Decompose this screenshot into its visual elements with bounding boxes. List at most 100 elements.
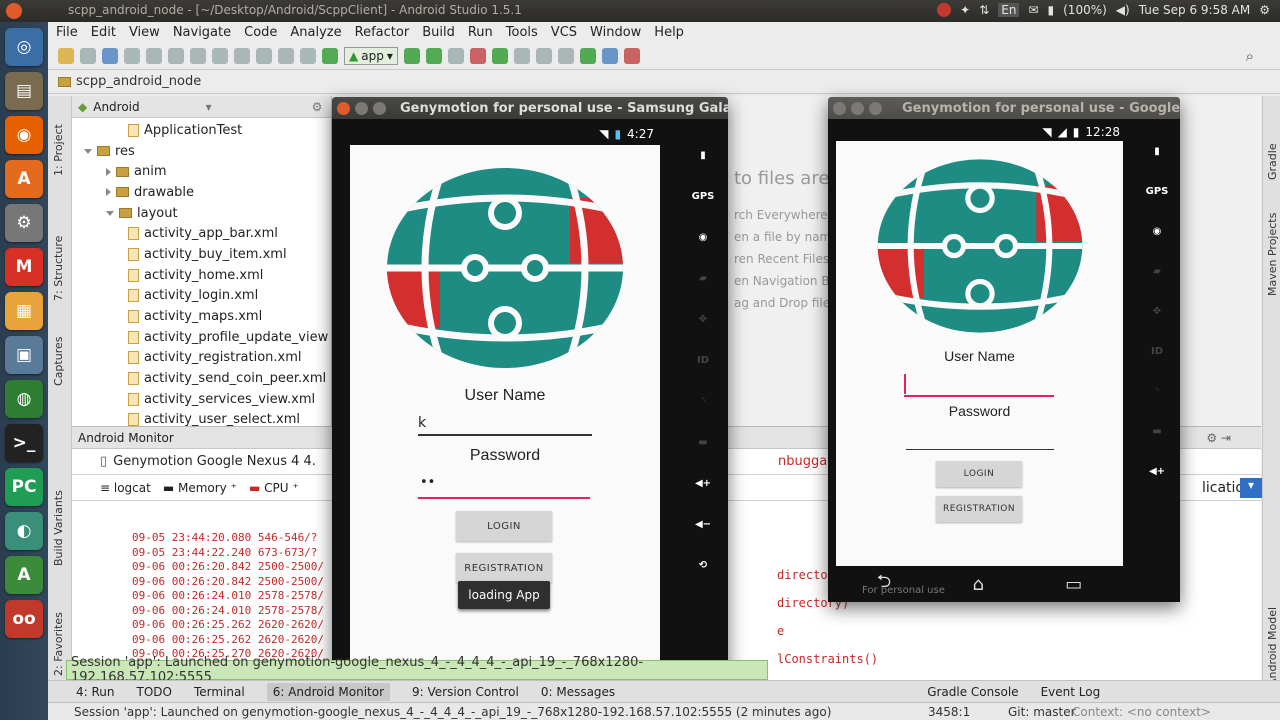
tree-item[interactable]: activity_registration.xml bbox=[72, 348, 331, 369]
build-variants-tab[interactable]: Build Variants bbox=[52, 490, 65, 566]
git-branch[interactable]: Git: master bbox=[1008, 705, 1076, 719]
run-icon[interactable] bbox=[403, 47, 420, 64]
password-input[interactable] bbox=[418, 497, 590, 499]
tab-memory[interactable]: ▬ Memory ⁺ bbox=[163, 481, 237, 495]
open-icon[interactable] bbox=[58, 47, 74, 64]
android-icon[interactable] bbox=[579, 47, 596, 64]
make-project-icon[interactable] bbox=[322, 47, 338, 64]
tree-item[interactable]: activity_services_view.xml bbox=[72, 389, 331, 410]
settings-icon[interactable]: ⚙ bbox=[5, 204, 43, 242]
android-monitor-tool-button[interactable]: 6: Android Monitor bbox=[266, 682, 391, 701]
emu2-maximize-button[interactable] bbox=[869, 101, 882, 115]
favorites-tab[interactable]: 2: Favorites bbox=[52, 612, 65, 676]
recents-nav-icon[interactable]: ▭ bbox=[1065, 574, 1082, 595]
registration-button[interactable]: REGISTRATION bbox=[456, 553, 552, 583]
menu-edit[interactable]: Edit bbox=[91, 25, 116, 40]
run-config-selector[interactable]: ▲ app ▾ bbox=[344, 46, 398, 65]
tree-item[interactable]: activity_maps.xml bbox=[72, 306, 331, 327]
tree-item[interactable]: layout bbox=[72, 203, 331, 224]
firefox-icon[interactable]: ◉ bbox=[5, 116, 43, 154]
messages-tool-button[interactable]: 0: Messages bbox=[541, 685, 615, 699]
maven-tab[interactable]: Maven Projects bbox=[1266, 213, 1279, 296]
menu-navigate[interactable]: Navigate bbox=[173, 25, 231, 40]
copy-icon[interactable] bbox=[190, 47, 206, 64]
window-close-button[interactable] bbox=[6, 3, 22, 19]
menu-view[interactable]: View bbox=[129, 25, 160, 40]
gradle-tab[interactable]: Gradle bbox=[1266, 143, 1279, 180]
tree-item[interactable]: activity_home.xml bbox=[72, 265, 331, 286]
terminal-icon[interactable]: >_ bbox=[5, 424, 43, 462]
keyboard-layout[interactable]: En bbox=[998, 3, 1020, 17]
genymotion-player-icon[interactable]: oo bbox=[5, 600, 43, 638]
rotate-icon[interactable]: ⟲ bbox=[693, 555, 713, 575]
dropdown-icon[interactable]: ▾ bbox=[206, 100, 212, 114]
chrome-icon[interactable]: ◍ bbox=[5, 380, 43, 418]
expanded-icon[interactable] bbox=[106, 210, 114, 216]
breadcrumb-project[interactable]: scpp_android_node bbox=[76, 74, 201, 89]
clock[interactable]: Tue Sep 6 9:58 AM bbox=[1139, 3, 1251, 17]
emu1-close-button[interactable] bbox=[337, 101, 350, 115]
redo-icon[interactable] bbox=[146, 47, 162, 64]
battery-widget-icon[interactable]: ▮ bbox=[693, 145, 713, 165]
back-icon[interactable] bbox=[278, 47, 294, 64]
password-input[interactable] bbox=[906, 449, 1054, 450]
gmail-icon[interactable]: M bbox=[5, 248, 43, 286]
menu-analyze[interactable]: Analyze bbox=[290, 25, 341, 40]
mail-icon[interactable]: ✉ bbox=[1028, 3, 1038, 17]
version-control-tool-button[interactable]: 9: Version Control bbox=[412, 685, 519, 699]
event-log-tool-button[interactable]: Event Log bbox=[1041, 685, 1101, 699]
menu-tools[interactable]: Tools bbox=[506, 25, 538, 40]
dropbox-icon[interactable]: ✦ bbox=[960, 3, 970, 17]
tab-logcat[interactable]: ≡ logcat bbox=[100, 481, 151, 495]
camera-widget-icon[interactable]: ◉ bbox=[693, 227, 713, 247]
avd-manager-icon[interactable] bbox=[513, 47, 530, 64]
android-studio-icon[interactable]: A bbox=[5, 556, 43, 594]
username-input[interactable] bbox=[904, 395, 1054, 397]
menu-build[interactable]: Build bbox=[422, 25, 455, 40]
filter-dropdown-button[interactable]: ▾ bbox=[1240, 477, 1262, 498]
emu2-close-button[interactable] bbox=[833, 101, 846, 115]
gradle-console-tool-button[interactable]: Gradle Console bbox=[927, 685, 1018, 699]
home-nav-icon[interactable]: ⌂ bbox=[972, 574, 983, 595]
search-everywhere-icon[interactable]: ⌕ bbox=[1246, 47, 1254, 65]
structure-tab[interactable]: 7: Structure bbox=[52, 236, 65, 301]
tree-item[interactable]: activity_buy_item.xml bbox=[72, 244, 331, 265]
menu-help[interactable]: Help bbox=[654, 25, 684, 40]
paste-icon[interactable] bbox=[212, 47, 228, 64]
volume-down-icon[interactable]: ◀− bbox=[693, 514, 713, 534]
run-tool-button[interactable]: 4: Run bbox=[76, 685, 115, 699]
tree-item[interactable]: res bbox=[72, 141, 331, 162]
sync-gradle-icon[interactable] bbox=[491, 47, 508, 64]
network-icon[interactable]: ⇅ bbox=[979, 3, 989, 17]
project-tab[interactable]: 1: Project bbox=[52, 124, 65, 176]
gps-widget-icon[interactable]: GPS bbox=[692, 186, 715, 206]
caret-position[interactable]: 3458:1 bbox=[928, 705, 970, 719]
replace-icon[interactable] bbox=[256, 47, 272, 64]
sync-icon[interactable] bbox=[102, 47, 118, 64]
update-icon[interactable] bbox=[937, 3, 952, 17]
battery-icon[interactable]: ▮ bbox=[1048, 3, 1055, 17]
undo-icon[interactable] bbox=[124, 47, 140, 64]
menu-window[interactable]: Window bbox=[590, 25, 641, 40]
tree-item[interactable]: activity_send_coin_peer.xml bbox=[72, 368, 331, 389]
volume-icon[interactable]: ◀) bbox=[1116, 3, 1130, 17]
stop-icon[interactable] bbox=[469, 47, 486, 64]
genymotion-icon[interactable]: ◐ bbox=[5, 512, 43, 550]
expanded-icon[interactable] bbox=[84, 148, 92, 154]
tree-item[interactable]: drawable bbox=[72, 182, 331, 203]
project-view-selector[interactable]: Android bbox=[93, 100, 139, 114]
sdk-manager-icon[interactable] bbox=[535, 47, 552, 64]
battery-widget-icon[interactable]: ▮ bbox=[1147, 141, 1167, 161]
camera-widget-icon[interactable]: ◉ bbox=[1147, 221, 1167, 241]
collapsed-icon[interactable] bbox=[106, 167, 111, 176]
terminal-tool-button[interactable]: Terminal bbox=[194, 685, 245, 699]
todo-tool-button[interactable]: TODO bbox=[137, 685, 172, 699]
dash-icon[interactable]: ◎ bbox=[5, 28, 43, 66]
software-center-icon[interactable]: A bbox=[5, 160, 43, 198]
monitor-settings-icon[interactable]: ⚙ ⇥ bbox=[1206, 431, 1231, 445]
menu-file[interactable]: File bbox=[56, 25, 78, 40]
collapsed-icon[interactable] bbox=[106, 188, 111, 197]
login-button[interactable]: LOGIN bbox=[936, 461, 1022, 487]
tree-item[interactable]: anim bbox=[72, 161, 331, 182]
volume-up-icon[interactable]: ◀+ bbox=[1147, 461, 1167, 481]
